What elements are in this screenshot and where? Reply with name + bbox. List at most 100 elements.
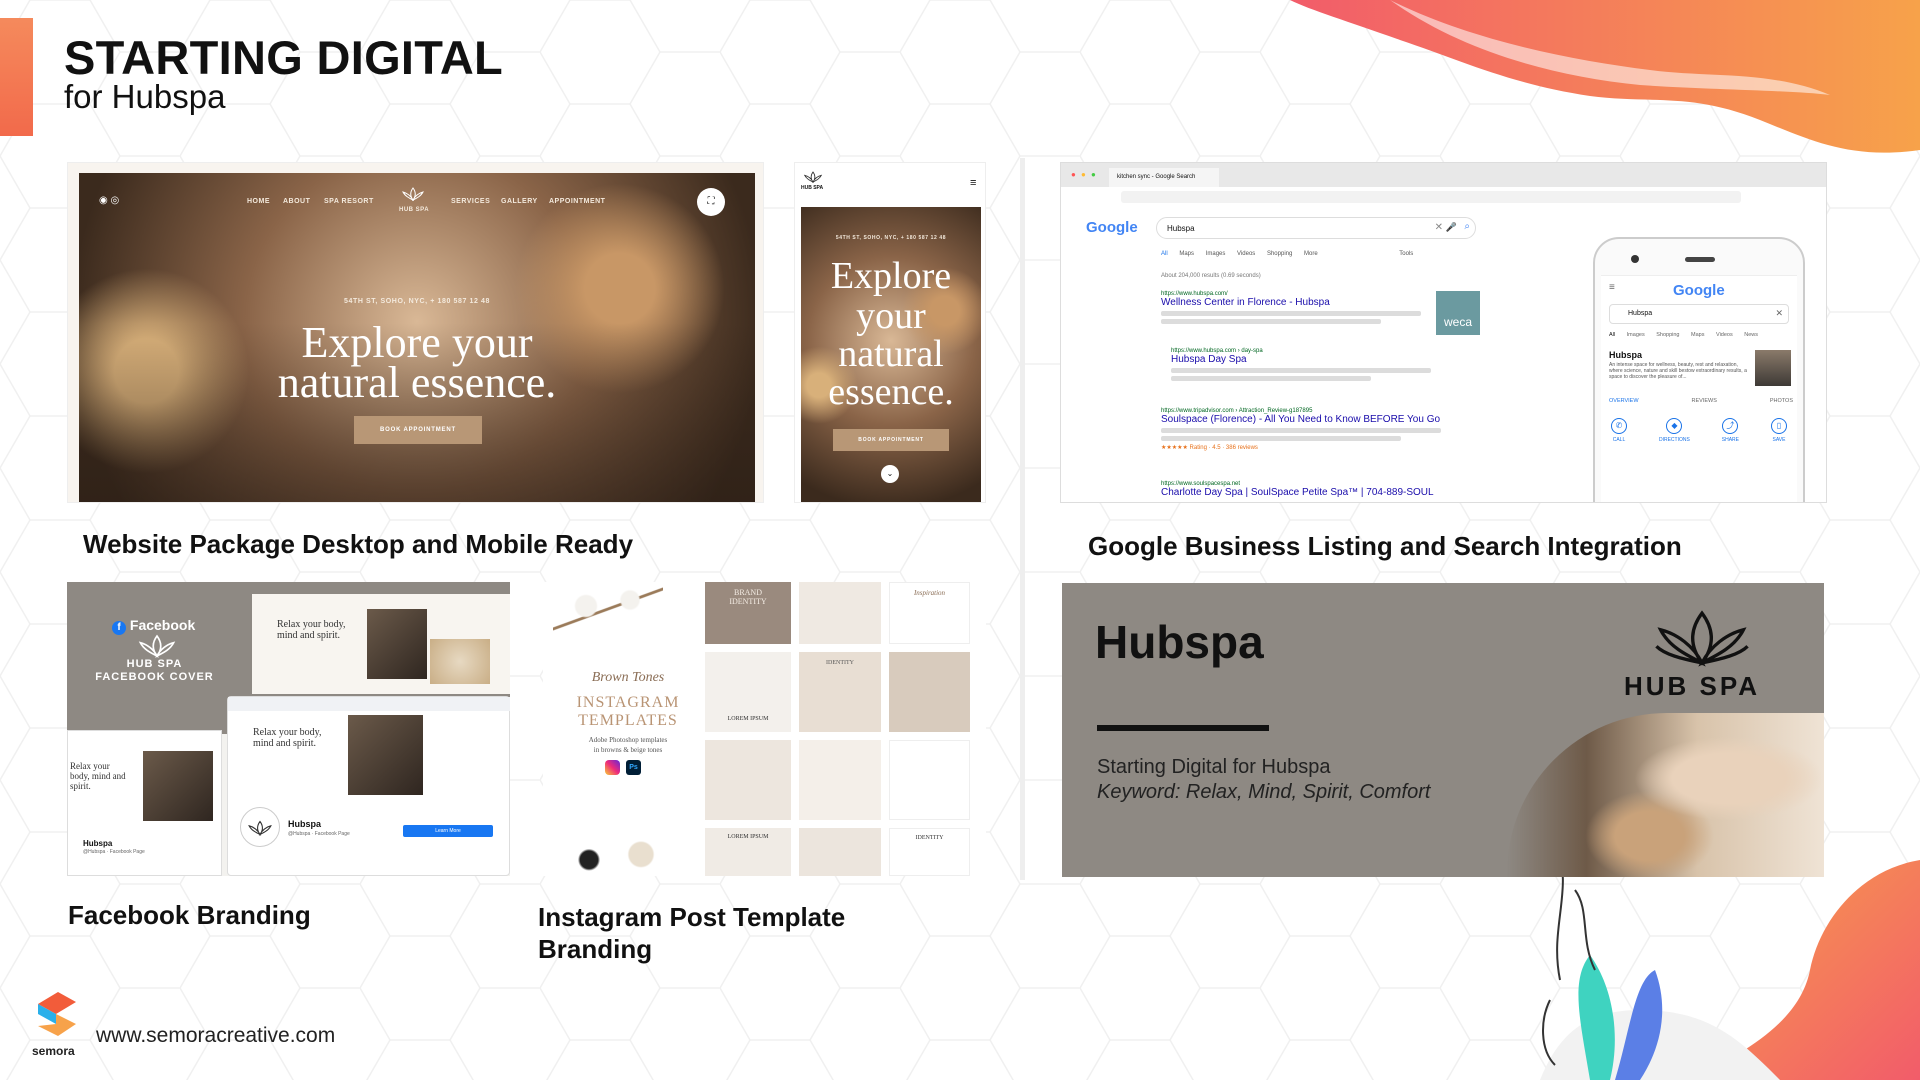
ig-title-line2: TEMPLATES [578,712,678,729]
result-title[interactable]: Wellness Center in Florence - Hubspa [1161,297,1431,308]
section-overview[interactable]: OVERVIEW [1609,398,1639,404]
header-accent-bar [0,18,33,136]
tab-images[interactable]: Images [1206,251,1226,257]
result-title[interactable]: Soulspace (Florence) - All You Need to K… [1161,414,1461,425]
phone-search-query: Hubspa [1628,310,1653,317]
ig-post-label: Inspiration [913,589,946,597]
ig-post [889,652,970,732]
scroll-down-icon[interactable]: ⌄ [881,465,899,483]
pebbles-decor [563,822,693,876]
nav-gallery[interactable]: GALLERY [501,198,538,205]
facebook-branding-mockup: f Facebook HUB SPA FACEBOOK COVER Relax … [67,582,510,876]
semora-logo-icon [38,992,76,1036]
book-appointment-button[interactable]: BOOK APPOINTMENT [354,416,482,444]
mobile-book-button[interactable]: BOOK APPOINTMENT [833,429,949,451]
phone-mockup: ≡ Google Hubspa ✕ All Images Shopping Ma… [1593,237,1805,502]
tab-maps[interactable]: Maps [1179,251,1194,257]
footer-url[interactable]: www.semoracreative.com [96,1024,335,1048]
facebook-f-icon: f [112,621,126,635]
phone-tab-images[interactable]: Images [1627,332,1645,338]
search-query: Hubspa [1167,224,1195,233]
tab-shopping[interactable]: Shopping [1267,251,1292,257]
phone-tab-videos[interactable]: Videos [1716,332,1733,338]
google-logo[interactable]: Google [1086,219,1138,236]
fb-mobile-page-handle: @Hubspa · Facebook Page [83,849,145,855]
section-photos[interactable]: PHOTOS [1770,398,1793,404]
ig-post: LOREM IPSUM [705,828,791,876]
tab-tools[interactable]: Tools [1399,251,1413,257]
results-count: About 204,000 results (0.69 seconds) [1161,273,1261,279]
page-subtitle: for Hubspa [64,78,226,115]
phone-tab-shopping[interactable]: Shopping [1656,332,1679,338]
fb-learn-more-button[interactable]: Learn More [403,825,493,837]
instagram-caption-line2: Branding [538,934,653,964]
top-right-gradient-blob [1290,0,1920,153]
listing-photo [1755,350,1791,386]
ig-post: IDENTITY [799,652,881,732]
browser-tab[interactable]: kitchen sync - Google Search [1109,168,1219,187]
result-rating: ★★★★★ Rating · 4.5 · 386 reviews [1161,445,1258,451]
ig-post-grid: BRAND IDENTITY Inspiration LOREM IPSUM I… [705,582,986,876]
hubspa-lotus-logo-icon [1655,610,1749,667]
ig-post-label: BRAND IDENTITY [729,588,767,606]
photoshop-icon: Ps [626,760,641,775]
ig-post: LOREM IPSUM [705,652,791,732]
ig-script-name: Brown Tones [591,670,665,685]
search-result: https://www.tripadvisor.com › Attraction… [1161,408,1461,451]
fb-lotus-logo-icon [138,634,176,658]
fb-brand: HUB SPA [126,658,183,670]
nav-spa-resort[interactable]: SPA RESORT [324,198,374,205]
ig-post [799,582,881,644]
fb-profile-avatar [240,807,280,847]
fb-cover-photo [367,609,427,679]
save-action[interactable]: ▯ SAVE [1770,418,1787,443]
fb-mobile-preview: Relax your body, mind and spirit. Hubspa… [67,730,222,876]
search-result: https://www.hubspa.com/ Wellness Center … [1161,291,1431,327]
tab-all[interactable]: All [1161,251,1168,257]
call-action[interactable]: ✆ CALL [1611,418,1627,443]
listing-name: Hubspa [1609,350,1643,360]
mic-icon[interactable]: 🎤 [1446,222,1457,233]
address-bar[interactable] [1121,191,1741,203]
google-search-input[interactable]: Hubspa ✕ 🎤 ⌕ [1156,217,1476,239]
fb-page-handle: @Hubspa · Facebook Page [288,831,350,837]
phone-clear-icon[interactable]: ✕ [1775,308,1783,319]
fb-desktop-window: Relax your body, mind and spirit. Hubspa… [227,696,510,876]
clear-icon[interactable]: ✕ [1435,222,1443,233]
hamburger-icon[interactable]: ≡ [970,177,976,189]
website-mobile-mockup: HUB SPA ≡ 54TH ST, SOHO, NYC, + 180 587 … [794,162,986,503]
mobile-hero-line4: essence. [828,371,954,413]
section-reviews[interactable]: REVIEWS [1692,398,1717,404]
phone-tab-news[interactable]: News [1744,332,1758,338]
tab-more[interactable]: More [1304,251,1318,257]
search-icon[interactable]: ⌕ [1464,221,1470,232]
nav-about[interactable]: ABOUT [283,198,310,205]
phone-menu-icon[interactable]: ≡ [1609,282,1615,293]
website-caption: Website Package Desktop and Mobile Ready [83,529,634,559]
google-caption: Google Business Listing and Search Integ… [1088,531,1682,561]
ig-desc-line1: Adobe Photoshop templates [588,736,668,744]
nav-home[interactable]: HOME [247,198,270,205]
hubspa-card-title: Hubspa [1095,616,1264,668]
share-action[interactable]: ⤴ SHARE [1722,418,1739,443]
phone-google-logo: Google [1673,282,1725,299]
cotton-branch-decor [553,582,663,642]
phone-tab-maps[interactable]: Maps [1691,332,1704,338]
listing-actions: ✆ CALL ◆ DIRECTIONS ⤴ SHARE ▯ SAVE [1611,418,1787,443]
lotus-logo-icon [402,187,424,201]
result-title[interactable]: Hubspa Day Spa [1171,354,1441,365]
tab-videos[interactable]: Videos [1237,251,1255,257]
hubspa-card-line1: Starting Digital for Hubspa [1097,756,1331,778]
ig-post [799,740,881,820]
directions-action[interactable]: ◆ DIRECTIONS [1659,418,1690,443]
nav-services[interactable]: SERVICES [451,198,490,205]
ig-post [705,740,791,820]
nav-appointment[interactable]: APPOINTMENT [549,198,605,205]
menu-button[interactable]: ⛶ [697,188,725,216]
phone-tab-all[interactable]: All [1609,332,1615,338]
share-icon: ⤴ [1722,418,1739,434]
phone-search-input[interactable]: Hubspa ✕ [1609,304,1789,324]
fb-avatar-lotus-icon [248,820,272,836]
result-title[interactable]: Charlotte Day Spa | SoulSpace Petite Spa… [1161,487,1461,498]
phone-speaker [1685,257,1715,262]
